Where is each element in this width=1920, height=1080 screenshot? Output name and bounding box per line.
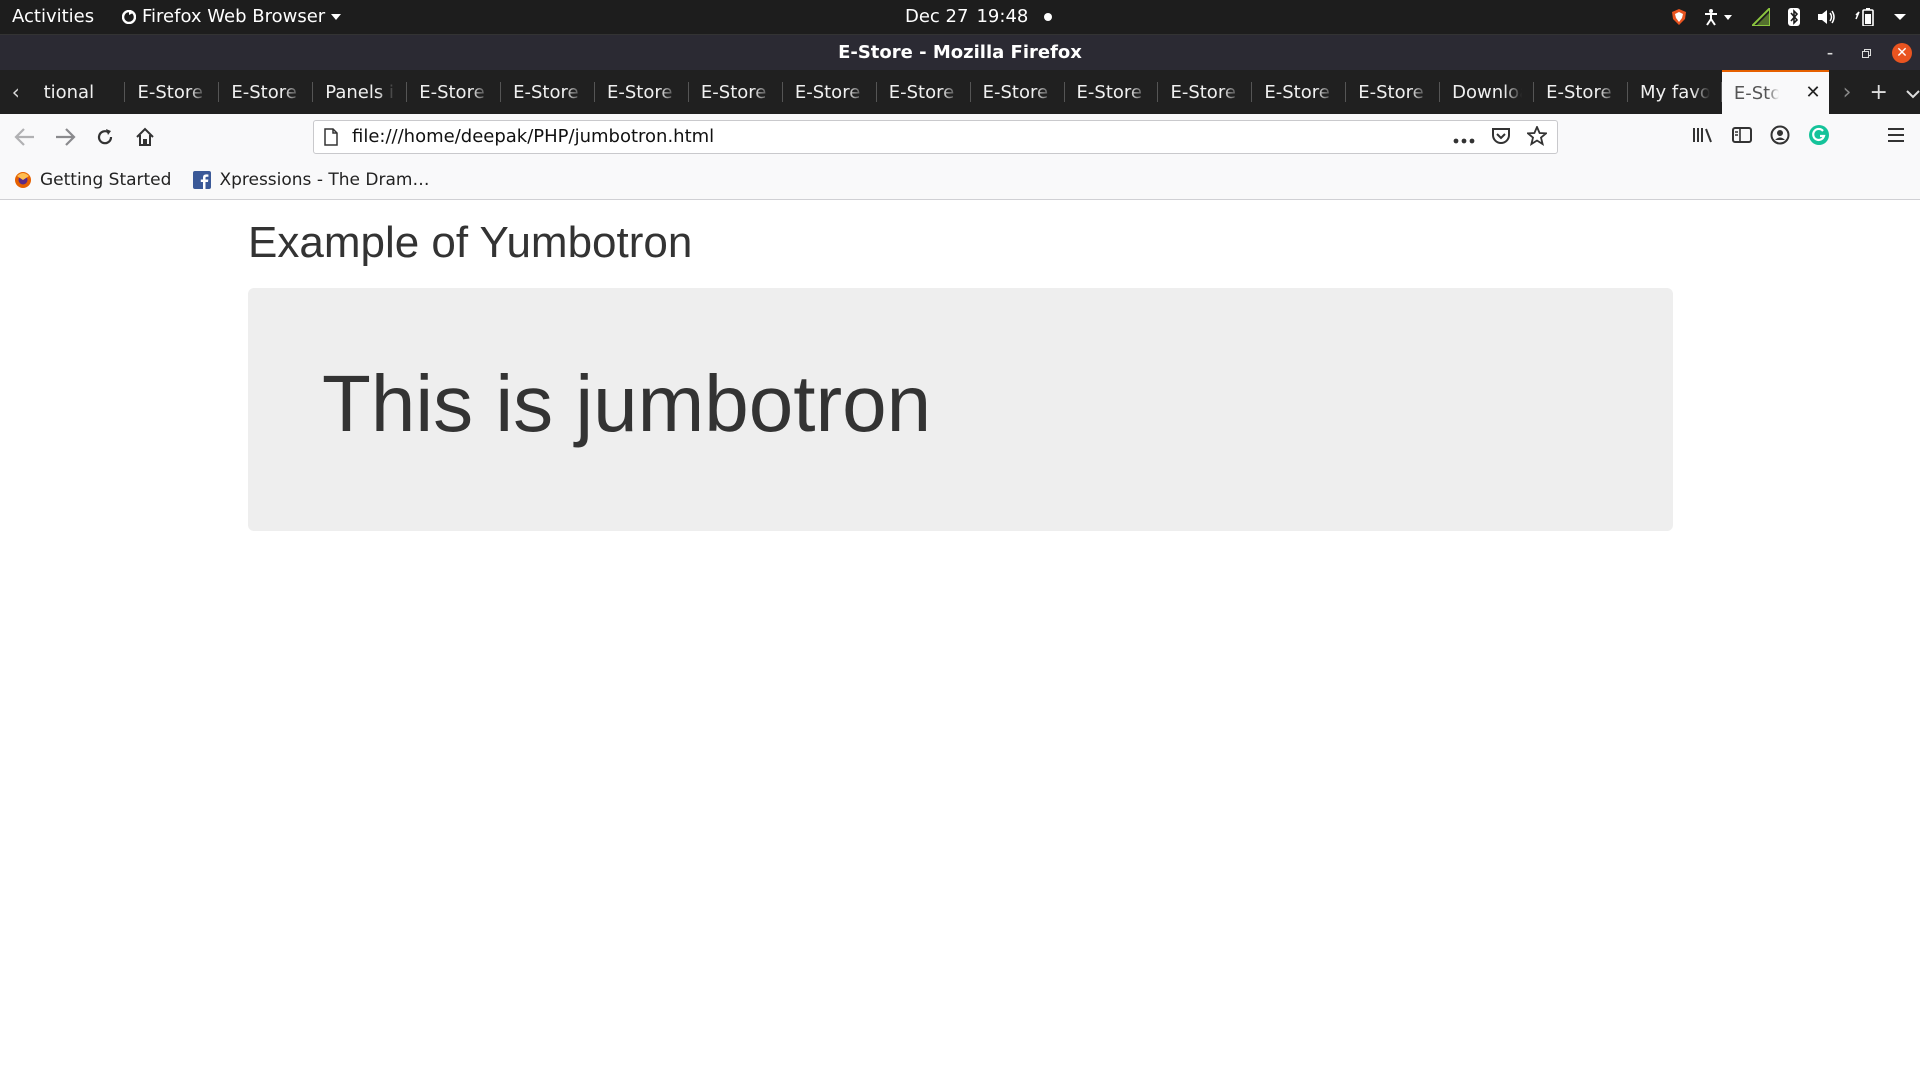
tab-label: E-Store [607, 81, 673, 103]
battery-icon[interactable] [1854, 8, 1876, 26]
tab-label: E-Store [794, 81, 861, 103]
tab-label: E-Store [888, 81, 955, 103]
window-title: E-Store - Mozilla Firefox [838, 42, 1082, 63]
tab[interactable]: Downloa [1440, 70, 1534, 114]
accessibility-icon[interactable] [1704, 8, 1734, 26]
close-tab-icon[interactable]: ✕ [1806, 82, 1821, 103]
tab-label: Panels ir [325, 81, 396, 103]
volume-icon[interactable] [1818, 9, 1836, 25]
tab[interactable]: E-Store [1252, 70, 1347, 114]
bookmark-label: Getting Started [40, 169, 172, 190]
bookmarks-toolbar: Getting Started Xpressions - The Dram… [0, 160, 1920, 200]
page-content: Example of Yumbotron This is jumbotron [0, 200, 1920, 1080]
window-title-bar[interactable]: E-Store - Mozilla Firefox – ✕ [0, 34, 1920, 70]
bookmark-star-icon[interactable] [1525, 124, 1549, 150]
minimize-icon[interactable]: – [1820, 43, 1840, 63]
tab[interactable]: E-Store [407, 70, 502, 114]
firefox-small-icon [122, 9, 136, 24]
firefox-icon [15, 171, 31, 188]
chevron-down-icon [331, 13, 342, 20]
library-icon[interactable] [1692, 126, 1714, 148]
grammarly-icon[interactable] [1808, 124, 1830, 150]
tab[interactable]: E-Store [219, 70, 314, 114]
tab-label: E-Store [1546, 81, 1612, 103]
tab-label: E-Store [982, 81, 1049, 103]
tab-label: My favor [1639, 81, 1710, 103]
jumbotron-heading: This is jumbotron [322, 359, 932, 448]
back-arrow-icon[interactable] [10, 122, 40, 152]
bookmark-item[interactable]: Xpressions - The Dram… [179, 170, 437, 190]
account-icon[interactable] [1770, 125, 1790, 149]
tab-label: E-Store [419, 81, 485, 103]
tab-label: E-Sto [1733, 82, 1779, 104]
tab-label: E-Store [137, 81, 203, 103]
tab[interactable]: E-Store [1158, 70, 1253, 114]
close-window-icon[interactable]: ✕ [1892, 43, 1912, 63]
list-all-tabs-icon[interactable] [1906, 80, 1920, 105]
toolbar-right-actions [1692, 114, 1920, 160]
tab[interactable]: Panels ir [313, 70, 408, 114]
bookmark-item[interactable]: Getting Started [0, 170, 179, 190]
navigation-toolbar: file:///home/deepak/PHP/jumbotron.html [0, 114, 1920, 160]
tab[interactable]: E-Store [783, 70, 877, 114]
window-controls: – ✕ [1820, 35, 1912, 71]
app-menu-label: Firefox Web Browser [142, 6, 326, 27]
notification-dot [1044, 12, 1053, 21]
tab[interactable]: E-Store [971, 70, 1065, 114]
tab-label: E-Store [513, 81, 579, 103]
tab-label: tional [43, 81, 95, 103]
restore-icon[interactable] [1856, 43, 1876, 63]
sidebar-icon[interactable] [1732, 126, 1752, 148]
page-icon [324, 128, 338, 150]
jumbotron: This is jumbotron [248, 288, 1673, 531]
tab[interactable]: E-Store [1534, 70, 1628, 114]
tab-label: E-Store [700, 81, 767, 103]
system-menu-chevron-icon[interactable] [1894, 13, 1906, 21]
tab[interactable]: E-Store [689, 70, 783, 114]
tab-tools: › + [1829, 70, 1920, 114]
tab[interactable]: E-Store [1346, 70, 1441, 114]
page-actions-icon[interactable] [1453, 129, 1475, 148]
clock-date: Dec 27 [905, 6, 969, 27]
tab[interactable]: My favor [1628, 70, 1722, 114]
signal-icon [1752, 8, 1770, 26]
tab-label: E-Store [1358, 81, 1424, 103]
tab-active[interactable]: E-Sto ✕ [1721, 70, 1829, 114]
url-actions [1453, 121, 1549, 155]
clock-time: 19:48 [976, 6, 1029, 27]
tab[interactable]: E-Store [125, 70, 220, 114]
tab[interactable]: E-Store [877, 70, 971, 114]
clock[interactable]: Dec 27 19:48 [905, 6, 1053, 27]
tab-label: E-Store [1076, 81, 1142, 103]
tab[interactable]: E-Store [1065, 70, 1159, 114]
tab[interactable]: E-Store [595, 70, 689, 114]
url-text[interactable]: file:///home/deepak/PHP/jumbotron.html [352, 126, 714, 147]
activities-button[interactable]: Activities [12, 6, 94, 27]
shield-icon[interactable] [1672, 9, 1686, 25]
reload-icon[interactable] [90, 122, 120, 152]
scroll-tabs-left-icon[interactable]: ‹ [0, 70, 32, 114]
hamburger-menu-icon[interactable] [1886, 127, 1906, 147]
system-top-bar: Activities Firefox Web Browser Dec 27 19… [0, 0, 1920, 34]
tab-label: E-Store [231, 81, 297, 103]
new-tab-icon[interactable]: + [1869, 80, 1887, 105]
url-bar[interactable]: file:///home/deepak/PHP/jumbotron.html [313, 120, 1558, 154]
bluetooth-icon[interactable] [1788, 8, 1800, 26]
scroll-tabs-right-icon[interactable]: › [1843, 80, 1852, 105]
tab[interactable]: E-Store [501, 70, 595, 114]
bookmark-label: Xpressions - The Dram… [219, 169, 430, 190]
tab[interactable]: tional [32, 70, 126, 114]
facebook-icon [193, 170, 212, 189]
tab-label: Downloa [1452, 81, 1522, 103]
tab-label: E-Store [1264, 81, 1330, 103]
tab-label: E-Store [1170, 81, 1236, 103]
app-menu[interactable]: Firefox Web Browser [122, 6, 342, 27]
home-icon[interactable] [130, 122, 160, 152]
page-heading: Example of Yumbotron [248, 218, 693, 267]
forward-arrow-icon[interactable] [50, 122, 80, 152]
tab-strip: ‹ tional E-Store E-Store Panels ir E-Sto… [0, 70, 1920, 114]
system-tray[interactable] [1672, 0, 1906, 34]
pocket-icon[interactable] [1491, 127, 1511, 149]
